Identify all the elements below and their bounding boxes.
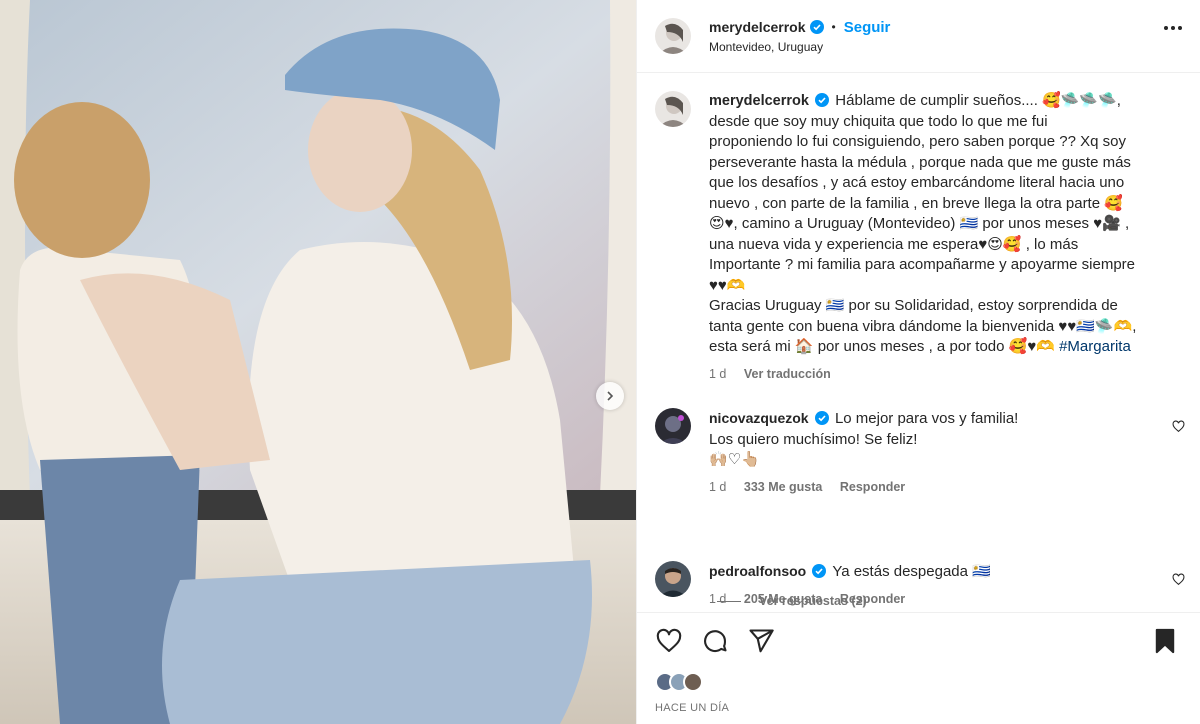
caption-line: que los desafíos , y acá estoy embarcánd… xyxy=(709,174,1125,191)
separator-dot: • xyxy=(831,20,836,34)
comment-like-heart-icon[interactable] xyxy=(1172,573,1185,589)
follow-button[interactable]: Seguir xyxy=(844,19,891,36)
post-timestamp[interactable]: HACE UN DÍA xyxy=(655,702,729,714)
post-location[interactable]: Montevideo, Uruguay xyxy=(709,40,890,54)
caption-avatar[interactable] xyxy=(655,91,691,127)
action-bar xyxy=(637,612,1200,672)
verified-badge-icon xyxy=(814,411,829,425)
liker-avatar xyxy=(683,672,703,692)
commenter-username[interactable]: pedroalfonsoo xyxy=(709,563,806,579)
post-side-panel: merydelcerrok • Seguir Montevideo, Urugu… xyxy=(636,0,1200,724)
post-header: merydelcerrok • Seguir Montevideo, Urugu… xyxy=(637,0,1200,73)
likes-summary: HACE UN DÍA xyxy=(637,672,1200,724)
comment-like-heart-icon[interactable] xyxy=(1172,420,1185,436)
hashtag-link[interactable]: #Margarita xyxy=(1059,338,1131,355)
bookmark-icon[interactable] xyxy=(1151,627,1179,658)
caption-line: tanta gente con buena vibra dándome la b… xyxy=(709,317,1137,335)
caption-username[interactable]: merydelcerrok xyxy=(709,93,809,109)
reply-button[interactable]: Responder xyxy=(840,480,905,494)
instagram-post: merydelcerrok • Seguir Montevideo, Urugu… xyxy=(0,0,1200,724)
caption-line: Háblame de cumplir sueños.... 🥰🛸🛸🛸, xyxy=(835,92,1121,109)
comment-text: Lo mejor para vos y familia! xyxy=(834,410,1019,427)
caption-line: desde que soy muy chiquita que todo lo q… xyxy=(709,112,1048,130)
author-username[interactable]: merydelcerrok xyxy=(709,19,806,35)
commenter-avatar[interactable] xyxy=(655,408,691,444)
caption-line: proponiendo lo fui consiguiendo, pero sa… xyxy=(709,133,1126,150)
commenter-avatar[interactable] xyxy=(655,561,691,597)
author-avatar[interactable] xyxy=(655,18,691,54)
post-photo xyxy=(0,0,636,724)
comment-item: nicovazquezok Lo mejor para vos y famili… xyxy=(655,408,1185,497)
comment-icon[interactable] xyxy=(701,627,729,658)
caption-line: 😍♥, camino a Uruguay (Montevideo) 🇺🇾 por… xyxy=(709,215,1130,232)
comment-likes[interactable]: 333 Me gusta xyxy=(744,480,823,494)
next-image-button[interactable] xyxy=(596,382,624,410)
next-arrow-icon xyxy=(607,391,614,401)
comment-likes[interactable]: 205 Me gusta xyxy=(744,592,823,606)
caption-time: 1 d xyxy=(709,366,727,381)
liker-avatars[interactable] xyxy=(655,672,703,692)
verified-badge-icon xyxy=(815,93,830,107)
reply-button[interactable]: Responder xyxy=(840,592,905,606)
comment-time: 1 d xyxy=(709,479,727,494)
caption-line: Gracias Uruguay 🇺🇾 por su Solidaridad, e… xyxy=(709,297,1118,314)
post-caption: merydelcerrok Háblame de cumplir sueños.… xyxy=(655,91,1185,384)
verified-badge-icon xyxy=(812,564,827,578)
comment-text: Los quiero muchísimo! Se feliz! xyxy=(709,430,918,448)
caption-line: nuevo , con parte de la familia , en bre… xyxy=(709,194,1123,212)
heart-icon[interactable] xyxy=(655,627,683,658)
translate-link[interactable]: Ver traducción xyxy=(744,367,831,381)
verified-badge-icon xyxy=(809,20,824,34)
caption-line: Importante ? mi familia para acompañarme… xyxy=(709,256,1136,273)
commenter-username[interactable]: nicovazquezok xyxy=(709,410,809,426)
caption-line: esta será mi 🏠 por unos meses , a por to… xyxy=(709,338,1055,355)
comment-text: Ya estás despegada 🇺🇾 xyxy=(832,563,991,580)
post-media xyxy=(0,0,636,724)
more-options-icon[interactable] xyxy=(1164,26,1182,30)
comments-list: merydelcerrok Háblame de cumplir sueños.… xyxy=(637,73,1200,612)
caption-line: una nueva vida y experiencia me espera♥😍… xyxy=(709,235,1079,253)
caption-line: ♥♥🫶 xyxy=(709,276,746,294)
comment-text: 🙌🏼♡👆🏼 xyxy=(709,451,760,468)
caption-body: merydelcerrok Háblame de cumplir sueños.… xyxy=(709,91,1185,384)
caption-line: perseverante hasta la médula , porque na… xyxy=(709,153,1131,171)
share-icon[interactable] xyxy=(747,627,775,658)
comment-time: 1 d xyxy=(709,591,727,606)
comment-item: pedroalfonsoo Ya estás despegada 🇺🇾 1 d … xyxy=(655,561,1185,609)
